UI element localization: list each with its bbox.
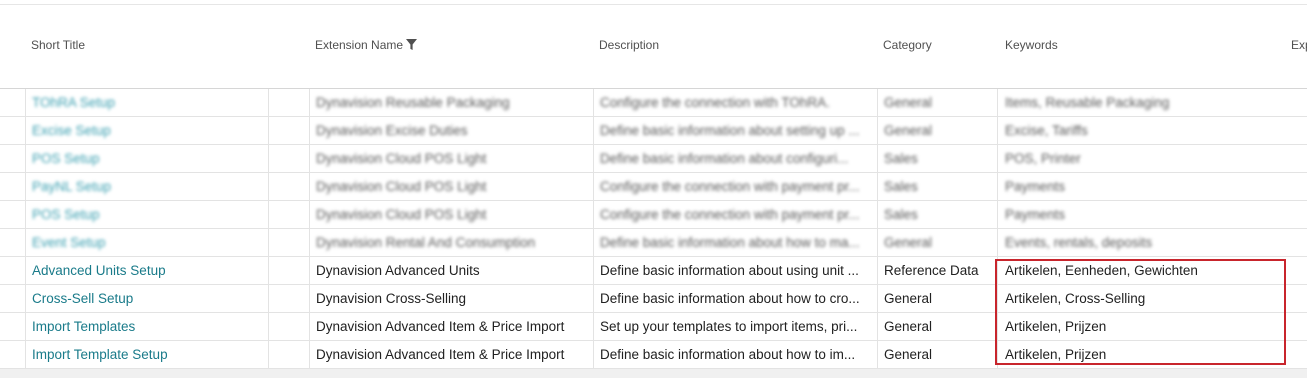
cell-short-title[interactable]: Advanced Units Setup (26, 257, 268, 284)
cell-description: Configure the connection with TOhRA. (600, 95, 830, 110)
cell-description: Define basic information about how to ma… (600, 235, 860, 250)
cell-extension-name: Dynavision Advanced Item & Price Import (316, 319, 565, 334)
cell-short-title[interactable]: TOhRA Setup (26, 89, 268, 116)
cell-category: Sales (884, 151, 918, 166)
cell-category: General (884, 347, 933, 362)
column-header-exp[interactable]: Exp (1291, 38, 1307, 52)
table-row[interactable]: TOhRA Setup Dynavision Reusable Packagin… (0, 89, 1307, 117)
column-header-short-title[interactable]: Short Title (31, 38, 85, 52)
cell-description: Define basic information about how to im… (600, 347, 856, 362)
column-header-keywords[interactable]: Keywords (1005, 38, 1058, 52)
cell-extension-name: Dynavision Cloud POS Light (316, 179, 487, 194)
cell-short-title[interactable]: Import Templates (26, 313, 268, 340)
cell-extension-name: Dynavision Cross-Selling (316, 291, 467, 306)
cell-keywords: Payments (1005, 207, 1066, 222)
cell-keywords: POS, Printer (1005, 151, 1081, 166)
cell-short-title[interactable]: POS Setup (26, 145, 268, 172)
cell-keywords: Events, rentals, deposits (1005, 235, 1153, 250)
column-header-description[interactable]: Description (599, 38, 659, 52)
cell-keywords: Excise, Tariffs (1005, 123, 1088, 138)
table-row[interactable]: POS Setup Dynavision Cloud POS Light Def… (0, 145, 1307, 173)
filter-icon (406, 39, 418, 50)
cell-category: General (884, 291, 933, 306)
cell-extension-name: Dynavision Rental And Consumption (316, 235, 536, 250)
cell-description: Define basic information about configuri… (600, 151, 849, 166)
cell-extension-name: Dynavision Reusable Packaging (316, 95, 510, 110)
cell-extension-name: Dynavision Cloud POS Light (316, 207, 487, 222)
cell-extension-name: Dynavision Excise Duties (316, 123, 468, 138)
cell-description: Define basic information about how to cr… (600, 291, 860, 306)
cell-category: General (884, 95, 933, 110)
cell-description: Set up your templates to import items, p… (600, 319, 858, 334)
cell-keywords: Payments (1005, 179, 1066, 194)
cell-short-title[interactable]: POS Setup (26, 201, 268, 228)
horizontal-scrollbar[interactable] (0, 369, 1307, 378)
table-row[interactable]: POS Setup Dynavision Cloud POS Light Con… (0, 201, 1307, 229)
cell-description: Define basic information about setting u… (600, 123, 860, 138)
cell-category: General (884, 123, 933, 138)
cell-category: Sales (884, 207, 918, 222)
column-header-category[interactable]: Category (883, 38, 932, 52)
cell-description: Configure the connection with payment pr… (600, 179, 860, 194)
cell-description: Define basic information about using uni… (600, 263, 859, 278)
cell-category: General (884, 235, 933, 250)
cell-short-title[interactable]: Import Template Setup (26, 341, 268, 368)
cell-short-title[interactable]: Event Setup (26, 229, 268, 256)
cell-extension-name: Dynavision Advanced Units (316, 263, 480, 278)
cell-extension-name: Dynavision Advanced Item & Price Import (316, 347, 565, 362)
cell-extension-name: Dynavision Cloud POS Light (316, 151, 487, 166)
cell-category: General (884, 319, 933, 334)
column-header-extension-name[interactable]: Extension Name (315, 38, 418, 52)
table-row[interactable]: Excise Setup Dynavision Excise Duties De… (0, 117, 1307, 145)
cell-short-title[interactable]: Cross-Sell Setup (26, 285, 268, 312)
cell-category: Sales (884, 179, 918, 194)
table-row[interactable]: PayNL Setup Dynavision Cloud POS Light C… (0, 173, 1307, 201)
cell-keywords: Items, Reusable Packaging (1005, 95, 1170, 110)
keywords-highlight-box (995, 259, 1286, 365)
table-row[interactable]: Event Setup Dynavision Rental And Consum… (0, 229, 1307, 257)
cell-description: Configure the connection with payment pr… (600, 207, 860, 222)
column-header-row: Short Title Extension Name Description C… (0, 0, 1307, 88)
cell-short-title[interactable]: PayNL Setup (26, 173, 268, 200)
cell-short-title[interactable]: Excise Setup (26, 117, 268, 144)
cell-category: Reference Data (884, 263, 979, 278)
